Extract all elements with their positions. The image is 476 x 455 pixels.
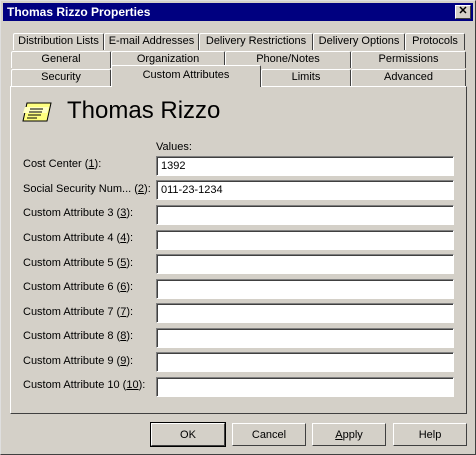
attr-input-10[interactable] bbox=[156, 377, 454, 397]
user-card-icon bbox=[22, 102, 52, 122]
attr-label-10: Custom Attribute 10 (10): bbox=[23, 379, 146, 391]
close-icon: ✕ bbox=[458, 5, 468, 17]
attr-input-7[interactable] bbox=[156, 303, 454, 323]
tab-security[interactable]: Security bbox=[11, 69, 111, 86]
attr-label-4: Custom Attribute 4 (4): bbox=[23, 232, 134, 244]
tab-email-addresses[interactable]: E-mail Addresses bbox=[104, 33, 199, 50]
attr-input-3[interactable] bbox=[156, 205, 454, 225]
close-button[interactable]: ✕ bbox=[455, 5, 471, 19]
tab-permissions[interactable]: Permissions bbox=[351, 51, 466, 68]
user-display-name: Thomas Rizzo bbox=[67, 97, 221, 124]
attr-label-8: Custom Attribute 8 (8): bbox=[23, 330, 134, 342]
values-heading: Values: bbox=[156, 141, 192, 153]
attr-label-5: Custom Attribute 5 (5): bbox=[23, 257, 134, 269]
tab-limits[interactable]: Limits bbox=[261, 69, 351, 86]
attr-input-2[interactable] bbox=[156, 180, 454, 200]
attr-label-6: Custom Attribute 6 (6): bbox=[23, 281, 134, 293]
attr-label-3: Custom Attribute 3 (3): bbox=[23, 207, 134, 219]
attr-input-1[interactable] bbox=[156, 156, 454, 176]
tab-custom-attributes[interactable]: Custom Attributes bbox=[111, 65, 261, 87]
attr-input-9[interactable] bbox=[156, 352, 454, 372]
attr-label-2: Social Security Num... (2): bbox=[23, 183, 151, 195]
attr-input-8[interactable] bbox=[156, 328, 454, 348]
attr-input-4[interactable] bbox=[156, 230, 454, 250]
attr-input-6[interactable] bbox=[156, 279, 454, 299]
help-button[interactable]: Help bbox=[393, 423, 467, 446]
window-title: Thomas Rizzo Properties bbox=[7, 5, 151, 19]
attr-label-7: Custom Attribute 7 (7): bbox=[23, 306, 134, 318]
tab-distribution-lists[interactable]: Distribution Lists bbox=[13, 33, 104, 50]
tab-delivery-restrictions[interactable]: Delivery Restrictions bbox=[199, 33, 313, 50]
attr-input-5[interactable] bbox=[156, 254, 454, 274]
attr-label-1: Cost Center (1): bbox=[23, 158, 102, 170]
attr-label-9: Custom Attribute 9 (9): bbox=[23, 355, 134, 367]
properties-dialog: Thomas Rizzo Properties ✕ Distribution L… bbox=[0, 0, 476, 455]
title-bar[interactable]: Thomas Rizzo Properties ✕ bbox=[3, 3, 473, 21]
apply-button[interactable]: Apply bbox=[312, 423, 386, 446]
tab-advanced[interactable]: Advanced bbox=[351, 69, 466, 86]
ok-button[interactable]: OK bbox=[150, 422, 226, 447]
tab-protocols[interactable]: Protocols bbox=[405, 33, 465, 50]
cancel-button[interactable]: Cancel bbox=[232, 423, 306, 446]
tab-general[interactable]: General bbox=[11, 51, 111, 68]
tab-delivery-options[interactable]: Delivery Options bbox=[313, 33, 405, 50]
